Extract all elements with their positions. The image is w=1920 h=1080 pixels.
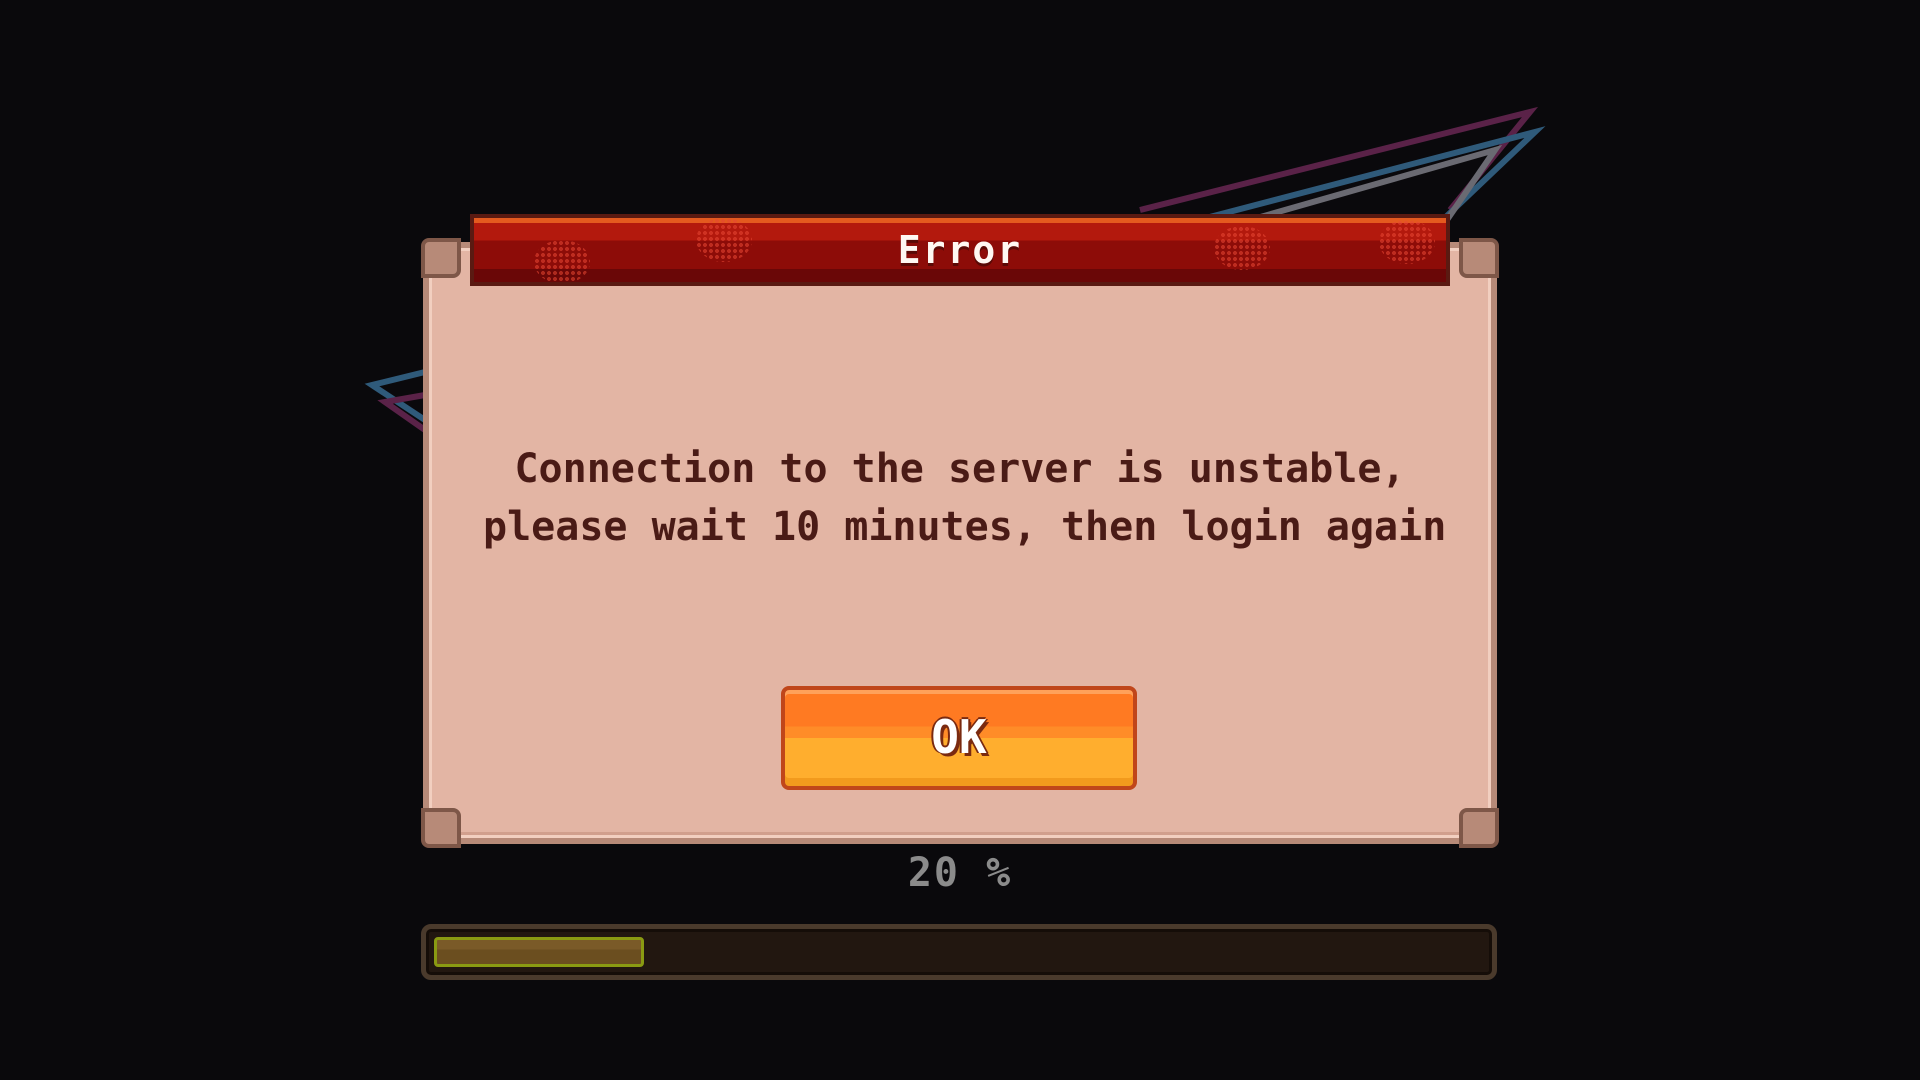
loading-progress-bar (421, 924, 1497, 980)
loading-percent: 20 % (907, 850, 1013, 896)
message-line: please wait 10 minutes, then login again (483, 504, 1447, 550)
loading-progress-fill (434, 937, 644, 967)
dialog-message: Connection to the server is unstable, pl… (483, 440, 1447, 556)
frame-corner-top-left (421, 238, 461, 278)
dialog-title-bar: Error (470, 214, 1450, 286)
game-screen: Error Connection to the server is unstab… (0, 0, 1920, 1080)
error-dialog: Error Connection to the server is unstab… (421, 212, 1499, 848)
frame-corner-top-right (1459, 238, 1499, 278)
ok-button[interactable]: OK (781, 686, 1137, 790)
message-line: Connection to the server is unstable, (514, 446, 1406, 492)
ok-button-label: OK (931, 710, 987, 764)
frame-corner-bottom-left (421, 808, 461, 848)
dialog-title: Error (897, 228, 1023, 272)
frame-corner-bottom-right (1459, 808, 1499, 848)
